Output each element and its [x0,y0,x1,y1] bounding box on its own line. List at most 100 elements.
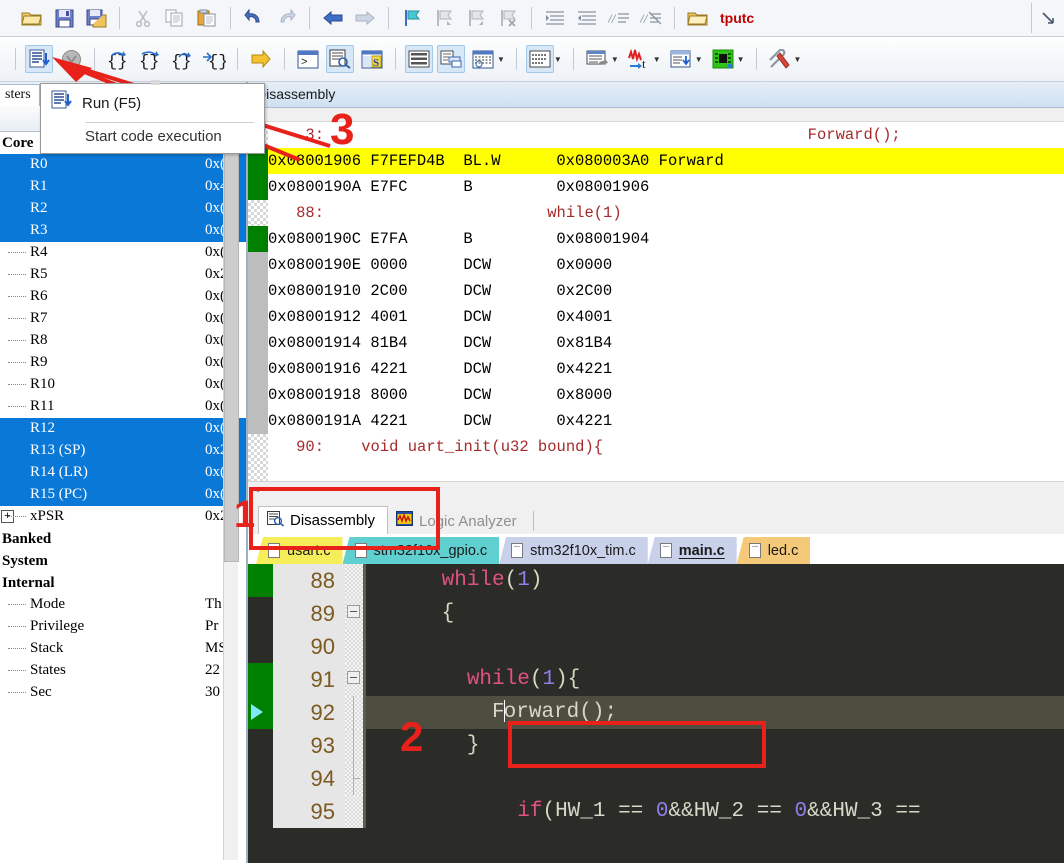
disassembly-instruction-line[interactable]: 0x08001918 8000 DCW 0x8000 [248,382,1064,408]
indent-icon[interactable] [541,4,569,32]
register-row[interactable]: R12 0x( [0,418,246,440]
navigate-back-icon[interactable] [319,4,347,32]
disassembly-gutter-marker[interactable] [248,434,268,460]
file-tab[interactable]: main.c [647,537,737,564]
file-tab[interactable]: stm32f10x_tim.c [499,537,648,564]
symbols-window-icon[interactable]: S [358,45,386,73]
disassembly-instruction-line[interactable]: 0x0800190E 0000 DCW 0x0000 [248,252,1064,278]
disassembly-lines[interactable]: 3: Forward(); 0x08001906 F7FEFD4B BL.W 0x… [248,122,1064,460]
collapse-icon[interactable] [347,671,360,684]
disassembly-gutter-marker[interactable] [248,356,268,382]
bookmark-prev-icon[interactable] [430,4,458,32]
disassembly-source-line[interactable]: 88: while(1) [248,200,1064,226]
register-row[interactable]: R5 0x2 [0,264,246,286]
comment-icon[interactable]: // [605,4,633,32]
step-out-icon[interactable]: {} [168,45,196,73]
register-row[interactable]: R10 0x( [0,374,246,396]
register-group-system[interactable]: System [0,550,246,572]
analysis-windows-icon[interactable]: t [625,45,653,73]
register-row[interactable]: Stack MS [0,638,246,660]
core-register-rows[interactable]: R0 0x(R1 0x4 R2 0x(R3 0x(R4 0x(R5 0x2 R6 0x(R7 0x(… [0,154,246,506]
toolbox-icon[interactable] [766,45,794,73]
disassembly-instruction-line[interactable]: 0x0800190A E7FC B 0x08001906 [248,174,1064,200]
system-viewer-dropdown-caret-icon[interactable]: ▼ [737,55,745,64]
disassembly-view-tab[interactable]: Disassembly [258,506,389,536]
watch-dropdown-caret-icon[interactable]: ▼ [497,55,505,64]
register-row[interactable]: R2 0x( [0,198,246,220]
scrollbar-thumb[interactable] [224,132,239,562]
toolbox-dropdown-caret-icon[interactable]: ▼ [794,55,802,64]
register-row[interactable]: R15 (PC) 0x( [0,484,246,506]
register-row[interactable]: R0 0x( [0,154,246,176]
bookmark-clear-icon[interactable] [494,4,522,32]
logic-analyzer-view-tab[interactable]: Logic Analyzer [388,506,529,536]
file-tab[interactable]: usart.c [256,537,343,564]
disassembly-gutter-marker[interactable] [248,278,268,304]
fold-gutter[interactable] [345,795,363,828]
call-stack-icon[interactable] [437,45,465,73]
breakpoint-gutter[interactable] [248,762,273,795]
register-row[interactable]: R7 0x( [0,308,246,330]
register-row[interactable]: R8 0x( [0,330,246,352]
disassembly-instruction-line[interactable]: 0x08001914 81B4 DCW 0x81B4 [248,330,1064,356]
registers-tree[interactable]: Core R0 0x(R1 0x4 R2 0x(R3 0x(R4 0x(R5 0x2 R6 0x(… [0,132,246,863]
breakpoint-gutter[interactable] [248,564,273,597]
outdent-icon[interactable] [573,4,601,32]
stop-icon[interactable] [57,45,85,73]
code-line[interactable]: 91 while(1){ [248,663,1064,696]
breakpoint-gutter[interactable] [248,597,273,630]
breakpoint-gutter[interactable] [248,729,273,762]
code-line[interactable]: 89 { [248,597,1064,630]
disassembly-window-icon[interactable] [326,45,354,73]
code-line[interactable]: 88 while(1) [248,564,1064,597]
memory-windows-icon[interactable] [525,45,554,73]
command-window-icon[interactable]: > [294,45,322,73]
disassembly-instruction-line[interactable]: 0x0800190C E7FA B 0x08001904 [248,226,1064,252]
memory-dropdown-caret-icon[interactable]: ▼ [554,55,562,64]
fold-gutter[interactable] [345,762,363,795]
disassembly-gutter-marker[interactable] [248,226,268,252]
undo-icon[interactable] [240,4,268,32]
disassembly-source-line[interactable]: 90: void uart_init(u32 bound){ [248,434,1064,460]
disassembly-hscrollbar[interactable]: ◄ [248,481,1064,497]
run-to-cursor-icon[interactable]: {} [200,45,228,73]
disassembly-instruction-line[interactable]: 0x08001912 4001 DCW 0x4001 [248,304,1064,330]
register-row[interactable]: R1 0x4 [0,176,246,198]
code-line[interactable]: 93 } [248,729,1064,762]
fold-gutter[interactable] [345,630,363,663]
register-row[interactable]: Mode Th [0,594,246,616]
register-row[interactable]: R4 0x( [0,242,246,264]
register-row[interactable]: R11 0x( [0,396,246,418]
register-row[interactable]: R14 (LR) 0x( [0,462,246,484]
disassembly-gutter-marker[interactable] [248,174,268,200]
file-tab[interactable]: led.c [736,537,811,564]
bookmark-next-icon[interactable] [462,4,490,32]
registers-scrollbar[interactable] [223,132,239,860]
file-tab[interactable]: stm32f10x_gpio.c [342,537,500,564]
save-all-icon[interactable] [82,4,110,32]
register-row[interactable]: Sec 30 [0,682,246,704]
cut-icon[interactable] [129,4,157,32]
register-group-banked[interactable]: Banked [0,528,246,550]
register-row[interactable]: R13 (SP) 0x2 [0,440,246,462]
scroll-left-arrow-icon[interactable]: ◄ [248,482,264,498]
disassembly-gutter-marker[interactable] [248,200,268,226]
code-line[interactable]: 90 [248,630,1064,663]
fold-gutter[interactable] [345,597,363,630]
save-icon[interactable] [50,4,78,32]
code-line[interactable]: 94 [248,762,1064,795]
internal-register-rows[interactable]: Mode Th Privilege Pr Stack MS States 22 Sec 30 [0,594,246,704]
register-group-internal[interactable]: Internal [0,572,246,594]
disassembly-gutter-marker[interactable] [248,252,268,278]
step-into-icon[interactable]: {} [104,45,132,73]
register-row-xpsr[interactable]: + xPSR 0x2 [0,506,246,528]
breakpoint-gutter[interactable] [248,795,273,828]
breakpoint-gutter[interactable] [248,663,273,696]
code-line[interactable]: 95 if(HW_1 == 0&&HW_2 == 0&&HW_3 == [248,795,1064,828]
redo-icon[interactable] [272,4,300,32]
code-line[interactable]: 92 Forward(); [248,696,1064,729]
fold-gutter[interactable] [345,729,363,762]
register-row[interactable]: States 22 [0,660,246,682]
disassembly-gutter-marker[interactable] [248,304,268,330]
uncomment-icon[interactable]: // [637,4,665,32]
